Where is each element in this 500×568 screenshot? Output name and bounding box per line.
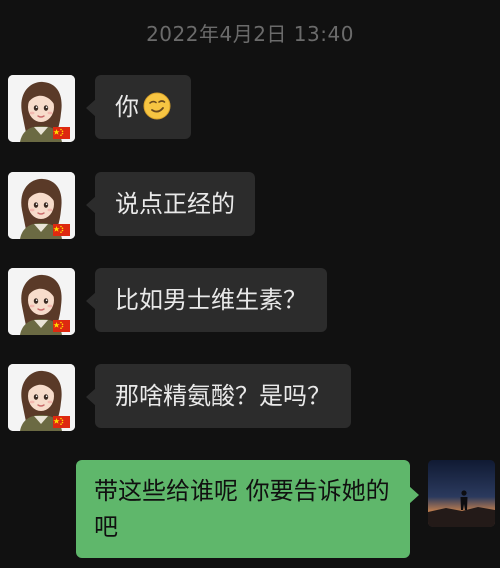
contact-avatar[interactable] — [8, 75, 75, 142]
message-row: 说点正经的 — [0, 172, 500, 240]
contact-avatar[interactable] — [8, 268, 75, 335]
outgoing-message-bubble[interactable]: 带这些给谁呢 你要告诉她的吧 — [76, 460, 419, 558]
girl-avatar-icon — [8, 75, 75, 142]
message-text: 那啥精氨酸？是吗？ — [115, 382, 331, 410]
girl-avatar-icon — [8, 268, 75, 335]
contact-avatar[interactable] — [8, 172, 75, 239]
incoming-message-bubble[interactable]: 那啥精氨酸？是吗？ — [86, 364, 351, 428]
contact-avatar[interactable] — [8, 364, 75, 431]
message-timestamp: 2022年4月2日 13:40 — [146, 22, 354, 46]
my-avatar[interactable] — [428, 460, 495, 527]
incoming-message-bubble[interactable]: 你 — [86, 75, 191, 139]
message-row: 带这些给谁呢 你要告诉她的吧 — [0, 460, 500, 566]
chat-screen: 2022年4月2日 13:40 你 说点正经的 比如男士维生素？ 那啥精氨酸？是… — [0, 0, 500, 568]
smirk-face-icon — [143, 92, 171, 120]
message-row: 你 — [0, 75, 500, 143]
incoming-message-bubble[interactable]: 比如男士维生素？ — [86, 268, 327, 332]
message-text: 带这些给谁呢 你要告诉她的吧 — [94, 477, 390, 541]
girl-avatar-icon — [8, 172, 75, 239]
message-text: 说点正经的 — [115, 190, 235, 218]
message-text: 你 — [115, 93, 139, 121]
incoming-message-bubble[interactable]: 说点正经的 — [86, 172, 255, 236]
girl-avatar-icon — [8, 364, 75, 431]
message-text: 比如男士维生素？ — [115, 286, 307, 314]
message-row: 比如男士维生素？ — [0, 268, 500, 336]
sunset-silhouette-avatar-icon — [428, 460, 495, 527]
message-row: 那啥精氨酸？是吗？ — [0, 364, 500, 432]
